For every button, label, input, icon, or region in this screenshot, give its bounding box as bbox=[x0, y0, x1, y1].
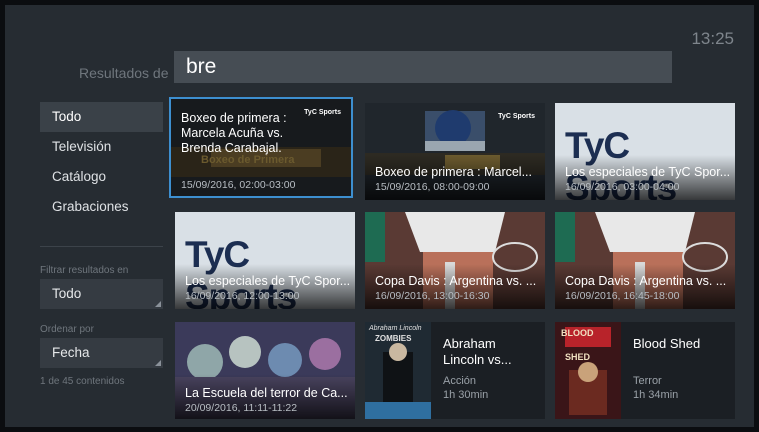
poster-caption: BLOOD bbox=[561, 328, 594, 338]
sidebar: Todo Televisión Catálogo Grabaciones bbox=[40, 102, 163, 222]
sort-select-value: Fecha bbox=[52, 345, 90, 360]
card-title: Abraham Lincoln vs... bbox=[443, 336, 512, 368]
dropdown-corner-icon bbox=[155, 301, 161, 307]
result-count: 1 de 45 contenidos bbox=[40, 376, 125, 387]
card-subtitle: 16/09/2016, 03:00-04:00 bbox=[565, 181, 680, 193]
card-subtitle: 15/09/2016, 08:00-09:00 bbox=[375, 181, 490, 193]
filter-select-value: Todo bbox=[52, 286, 82, 301]
result-card[interactable]: TyC Sports Boxeo de primera : Marcel... … bbox=[365, 103, 545, 200]
sidebar-divider bbox=[40, 246, 163, 247]
card-title: Los especiales de TyC Spor... bbox=[565, 165, 731, 179]
program-overlay-text: Boxeo de Primera bbox=[201, 154, 295, 166]
app-screen: 13:25 Resultados de bre Todo Televisión … bbox=[5, 5, 754, 427]
result-card[interactable]: La Escuela del terror de Ca... 20/09/201… bbox=[175, 322, 355, 419]
sidebar-item-todo[interactable]: Todo bbox=[40, 102, 163, 132]
result-card[interactable]: Copa Davis : Argentina vs. ... 16/09/201… bbox=[555, 212, 735, 309]
card-subtitle: 15/09/2016, 02:00-03:00 bbox=[181, 179, 296, 191]
sort-label: Ordenar por bbox=[40, 324, 94, 335]
sort-select[interactable]: Fecha bbox=[40, 338, 163, 368]
card-subtitle: 16/09/2016, 16:45-18:00 bbox=[565, 290, 680, 302]
card-genre: Acción 1h 30min bbox=[443, 374, 488, 402]
result-card[interactable]: BLOOD SHED Blood Shed Terror 1h 34min bbox=[555, 322, 735, 419]
clock: 13:25 bbox=[691, 29, 734, 48]
search-label: Resultados de bbox=[79, 65, 169, 81]
card-title: La Escuela del terror de Ca... bbox=[185, 386, 348, 400]
result-card[interactable]: TyC Sports Los especiales de TyC Spor...… bbox=[555, 103, 735, 200]
card-subtitle: 16/09/2016, 13:00-16:30 bbox=[375, 290, 490, 302]
result-card[interactable]: Abraham Lincoln ZOMBIES Abraham Lincoln … bbox=[365, 322, 545, 419]
search-input[interactable]: bre bbox=[174, 51, 672, 83]
poster-caption-2: SHED bbox=[565, 352, 591, 362]
card-genre: Terror 1h 34min bbox=[633, 374, 678, 402]
poster-caption: Abraham Lincoln bbox=[369, 325, 422, 332]
card-title-line2: Lincoln vs... bbox=[443, 352, 512, 367]
result-card[interactable]: TyC Sports Los especiales de TyC Spor...… bbox=[175, 212, 355, 309]
sidebar-item-catalogo[interactable]: Catálogo bbox=[40, 162, 163, 192]
duration-label: 1h 30min bbox=[443, 389, 489, 401]
sidebar-item-television[interactable]: Televisión bbox=[40, 132, 163, 162]
filter-label: Filtrar resultados en bbox=[40, 265, 129, 276]
duration-label: 1h 34min bbox=[633, 389, 679, 401]
card-title-line1: Abraham bbox=[443, 336, 496, 351]
card-title: Los especiales de TyC Spor... bbox=[185, 274, 351, 288]
dropdown-corner-icon bbox=[155, 360, 161, 366]
result-card[interactable]: Copa Davis : Argentina vs. ... 16/09/201… bbox=[365, 212, 545, 309]
genre-label: Acción bbox=[443, 375, 477, 387]
card-subtitle: 20/09/2016, 11:11-11:22 bbox=[185, 402, 298, 414]
card-title: Blood Shed bbox=[633, 336, 701, 351]
card-title: Copa Davis : Argentina vs. ... bbox=[565, 274, 727, 288]
poster-caption-2: ZOMBIES bbox=[375, 334, 412, 343]
card-title: Boxeo de primera : Marcel... bbox=[375, 165, 533, 179]
genre-label: Terror bbox=[633, 375, 662, 387]
card-title: Boxeo de primera : bbox=[181, 111, 287, 125]
result-card[interactable]: TyC Sports Boxeo de primera : Marcela Ac… bbox=[169, 97, 353, 198]
card-title-line2: Marcela Acuña vs. bbox=[181, 126, 284, 140]
card-title: Copa Davis : Argentina vs. ... bbox=[375, 274, 537, 288]
sidebar-item-grabaciones[interactable]: Grabaciones bbox=[40, 192, 163, 222]
channel-badge: TyC Sports bbox=[304, 109, 341, 116]
filter-select[interactable]: Todo bbox=[40, 279, 163, 309]
channel-badge: TyC Sports bbox=[498, 113, 535, 120]
card-subtitle: 16/09/2016, 12:00-13:00 bbox=[185, 290, 300, 302]
